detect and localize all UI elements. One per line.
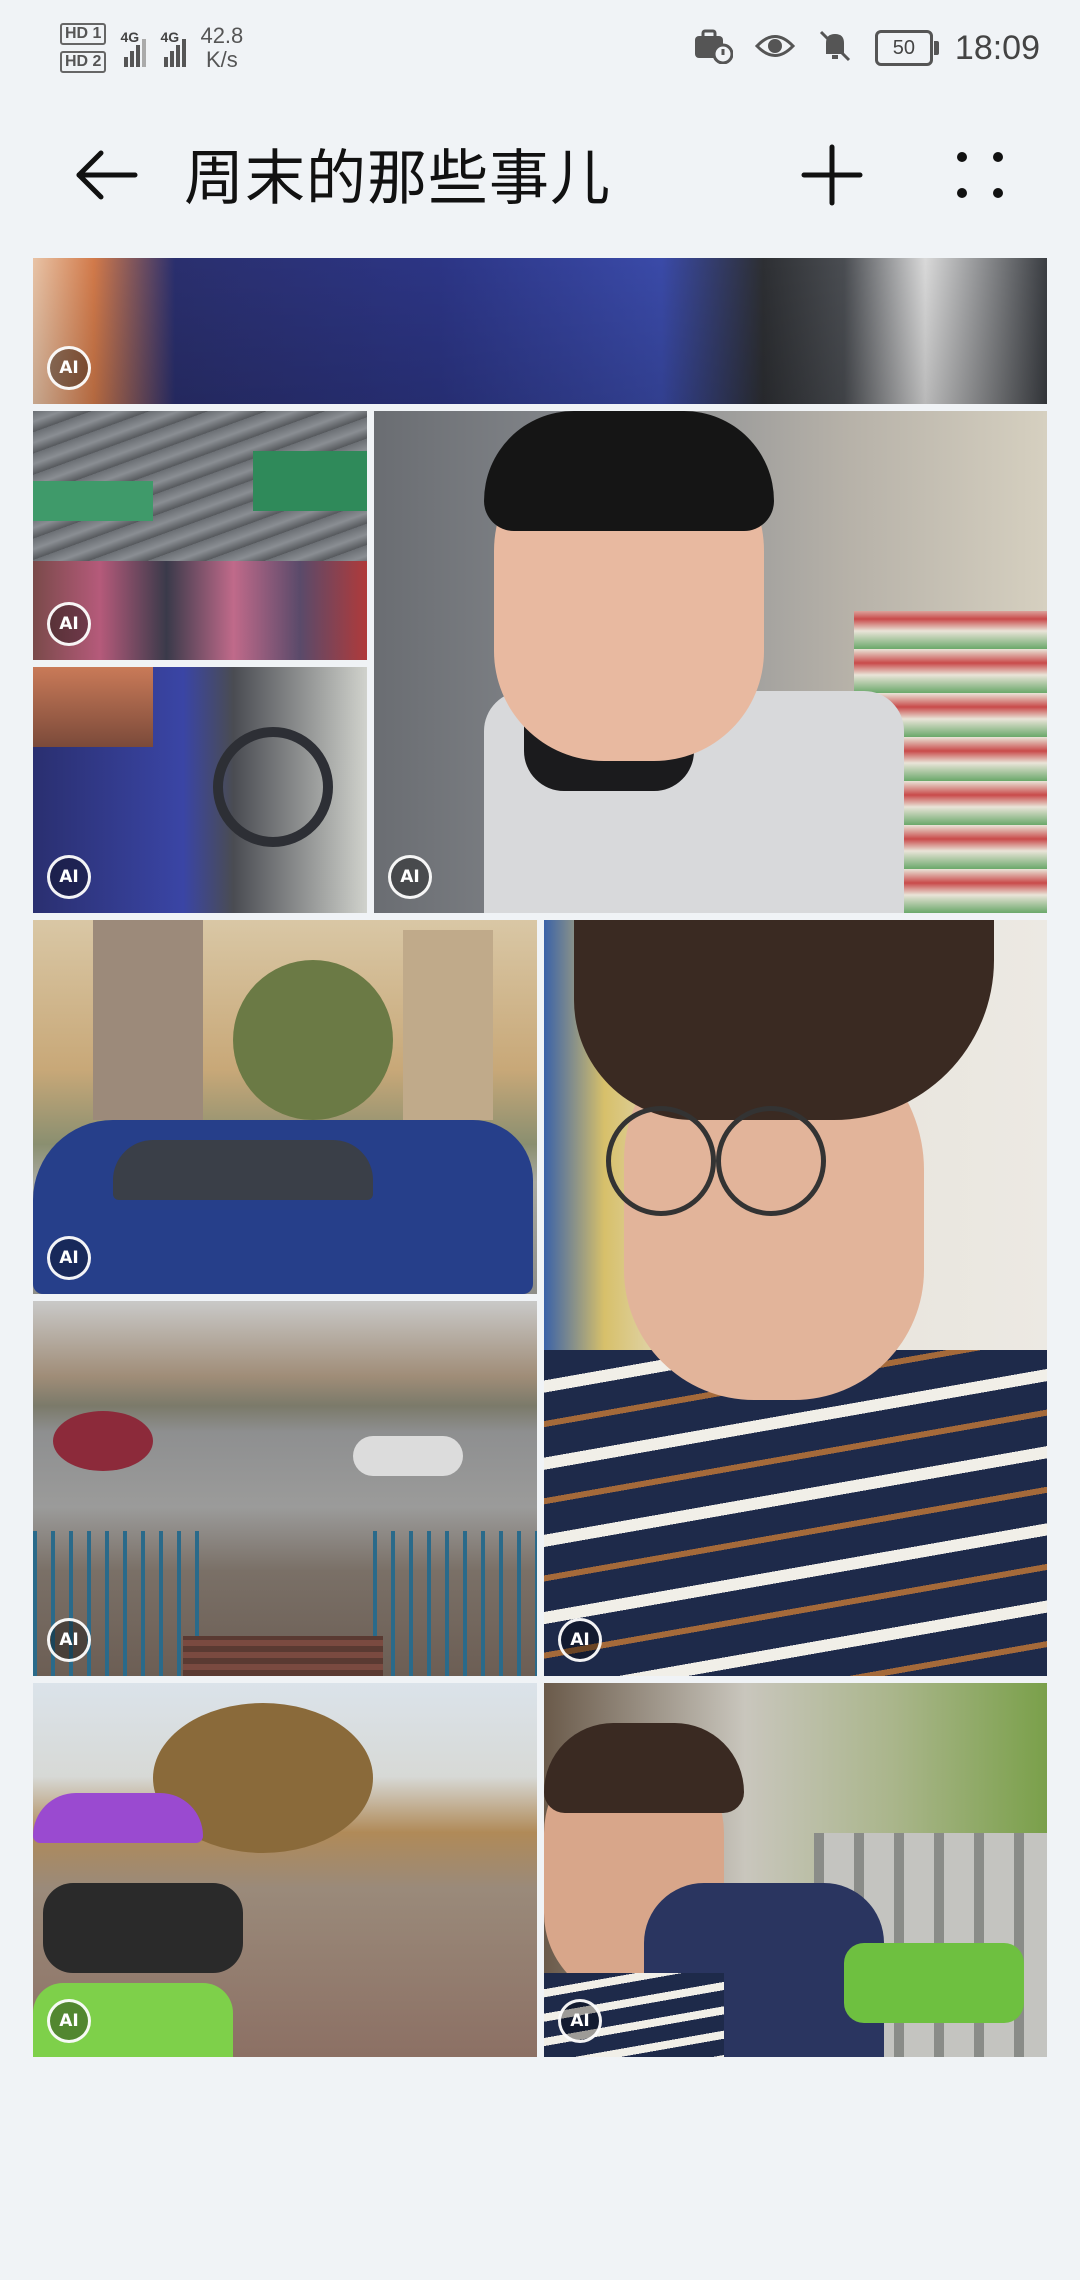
ai-badge-icon: AI	[47, 1618, 91, 1662]
eye-comfort-icon	[754, 31, 795, 66]
arrow-left-icon	[76, 150, 138, 200]
album-toolbar: 周末的那些事儿	[0, 110, 1080, 240]
alarm-icon	[693, 28, 734, 69]
sim-indicators: HD 1 HD 2	[60, 23, 107, 73]
more-button[interactable]	[938, 138, 1022, 212]
photo-tile[interactable]: AI	[33, 1301, 537, 1676]
battery-icon: 50	[874, 30, 939, 66]
photo-tile[interactable]: AI	[33, 258, 1047, 404]
ai-badge-icon: AI	[47, 602, 91, 646]
ai-badge-icon: AI	[558, 1999, 602, 2043]
signal-icon: 4G	[120, 29, 147, 67]
ai-badge-icon: AI	[558, 1618, 602, 1662]
photo-tile[interactable]: AI	[374, 411, 1047, 913]
plus-icon	[801, 144, 863, 206]
status-right: 50 18:09	[693, 16, 1040, 80]
add-button[interactable]	[790, 138, 874, 212]
photo-tile[interactable]: AI	[33, 1683, 537, 2057]
photo-tile[interactable]: AI	[33, 667, 367, 913]
network-speed: 42.8 K/s	[200, 23, 244, 72]
status-bar: HD 1 HD 2 4G 4G 42.8 K/s 50 18:09	[0, 0, 1080, 96]
photo-tile[interactable]: AI	[33, 920, 537, 1294]
status-left: HD 1 HD 2 4G 4G 42.8 K/s	[60, 16, 243, 80]
signal-icon: 4G	[160, 29, 187, 67]
photo-tile[interactable]: AI	[544, 920, 1047, 1676]
back-button[interactable]	[64, 138, 148, 212]
ai-badge-icon: AI	[388, 855, 432, 899]
photo-tile[interactable]: AI	[544, 1683, 1047, 2057]
mute-icon	[817, 28, 853, 69]
ai-badge-icon: AI	[47, 855, 91, 899]
hd-sim2-icon: HD 2	[60, 51, 107, 73]
ai-badge-icon: AI	[47, 1999, 91, 2043]
photo-tile[interactable]: AI	[33, 411, 367, 660]
hd-sim1-icon: HD 1	[60, 23, 107, 45]
status-time: 18:09	[954, 28, 1040, 67]
ai-badge-icon: AI	[47, 1236, 91, 1280]
album-title: 周末的那些事儿	[184, 145, 611, 212]
ai-badge-icon: AI	[47, 346, 91, 390]
more-dots-icon	[957, 152, 1003, 198]
